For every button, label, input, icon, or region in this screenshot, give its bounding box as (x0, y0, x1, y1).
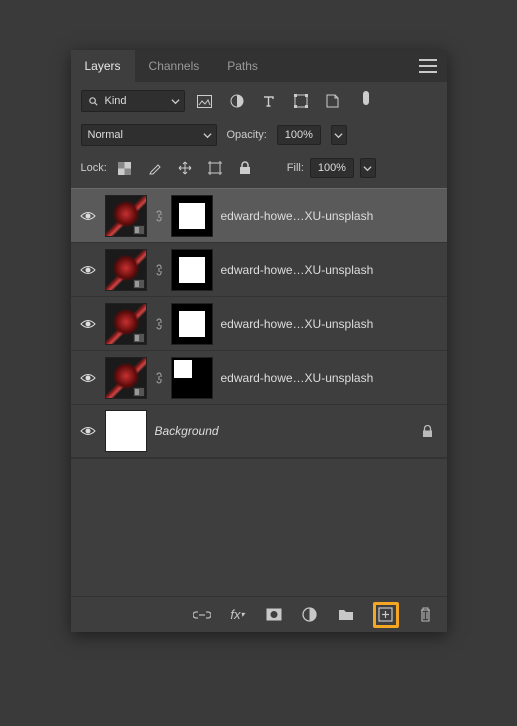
lock-row: Lock: Fill: 100% (71, 154, 447, 188)
layer-effects-icon[interactable]: fx▾ (229, 606, 247, 624)
layer-thumbnail[interactable] (105, 249, 147, 291)
add-mask-icon[interactable] (265, 606, 283, 624)
mask-link-icon[interactable] (155, 263, 163, 277)
tab-paths[interactable]: Paths (213, 50, 272, 82)
layer-name[interactable]: edward-howe…XU-unsplash (221, 209, 439, 223)
layer-row[interactable]: edward-howe…XU-unsplash (71, 188, 447, 242)
layer-mask-thumbnail[interactable] (171, 357, 213, 399)
lock-all-icon[interactable] (237, 160, 253, 176)
chevron-down-icon (171, 97, 180, 106)
layer-name[interactable]: edward-howe…XU-unsplash (221, 317, 439, 331)
smart-object-badge-icon (133, 387, 145, 397)
panel-tabs: Layers Channels Paths (71, 50, 447, 82)
filter-kind-label: Kind (105, 95, 127, 107)
fill-value-input[interactable]: 100% (310, 158, 354, 178)
layer-mask-thumbnail[interactable] (171, 249, 213, 291)
filter-shape-icon[interactable] (293, 93, 309, 109)
new-group-icon[interactable] (337, 606, 355, 624)
lock-transparency-icon[interactable] (117, 160, 133, 176)
filter-type-icon[interactable] (261, 93, 277, 109)
filter-kind-select[interactable]: Kind (81, 90, 185, 112)
lock-label: Lock: (81, 162, 107, 174)
lock-artboard-icon[interactable] (207, 160, 223, 176)
delete-layer-icon[interactable] (417, 606, 435, 624)
tab-layers[interactable]: Layers (71, 50, 135, 82)
layer-row-background[interactable]: Background (71, 404, 447, 458)
blend-mode-select[interactable]: Normal (81, 124, 217, 146)
filter-image-icon[interactable] (197, 93, 213, 109)
layers-list: edward-howe…XU-unsplash edward-howe…XU-u… (71, 188, 447, 458)
visibility-toggle-icon[interactable] (79, 422, 97, 440)
layer-row[interactable]: edward-howe…XU-unsplash (71, 296, 447, 350)
layer-row[interactable]: edward-howe…XU-unsplash (71, 350, 447, 404)
smart-object-badge-icon (133, 333, 145, 343)
layer-thumbnail[interactable] (105, 303, 147, 345)
search-icon (88, 96, 99, 107)
visibility-toggle-icon[interactable] (79, 315, 97, 333)
new-layer-highlight (373, 602, 399, 628)
opacity-slider-button[interactable] (331, 125, 347, 145)
adjustment-layer-icon[interactable] (301, 606, 319, 624)
link-layers-icon[interactable] (193, 606, 211, 624)
layer-mask-thumbnail[interactable] (171, 195, 213, 237)
smart-object-badge-icon (133, 279, 145, 289)
layer-name[interactable]: edward-howe…XU-unsplash (221, 371, 439, 385)
lock-brush-icon[interactable] (147, 160, 163, 176)
tab-channels[interactable]: Channels (135, 50, 214, 82)
layer-thumbnail[interactable] (105, 410, 147, 452)
filter-type-icons (197, 93, 369, 109)
blend-row: Normal Opacity: 100% (71, 120, 447, 154)
filter-smartobject-icon[interactable] (325, 93, 341, 109)
mask-link-icon[interactable] (155, 209, 163, 223)
layer-thumbnail[interactable] (105, 357, 147, 399)
lock-icon[interactable] (422, 425, 433, 438)
fill-slider-button[interactable] (360, 158, 376, 178)
mask-link-icon[interactable] (155, 371, 163, 385)
visibility-toggle-icon[interactable] (79, 261, 97, 279)
filter-adjustment-icon[interactable] (229, 93, 245, 109)
visibility-toggle-icon[interactable] (79, 369, 97, 387)
panel-bottom-bar: fx▾ (71, 596, 447, 632)
new-layer-icon[interactable] (377, 606, 395, 624)
filter-toggle-slider[interactable] (363, 91, 369, 105)
opacity-label: Opacity: (227, 129, 267, 141)
opacity-value-input[interactable]: 100% (277, 125, 321, 145)
layer-row[interactable]: edward-howe…XU-unsplash (71, 242, 447, 296)
layer-name[interactable]: edward-howe…XU-unsplash (221, 263, 439, 277)
smart-object-badge-icon (133, 225, 145, 235)
mask-link-icon[interactable] (155, 317, 163, 331)
layer-thumbnail[interactable] (105, 195, 147, 237)
visibility-toggle-icon[interactable] (79, 207, 97, 225)
layer-name[interactable]: Background (155, 424, 414, 438)
fill-label: Fill: (287, 162, 304, 174)
panel-menu-button[interactable] (419, 59, 437, 73)
chevron-down-icon (203, 131, 212, 140)
layers-panel: Layers Channels Paths Kind Normal Opacit… (71, 50, 447, 632)
layer-mask-thumbnail[interactable] (171, 303, 213, 345)
filter-row: Kind (71, 82, 447, 120)
blend-mode-value: Normal (88, 129, 123, 141)
lock-move-icon[interactable] (177, 160, 193, 176)
layers-empty-area[interactable] (71, 458, 447, 596)
